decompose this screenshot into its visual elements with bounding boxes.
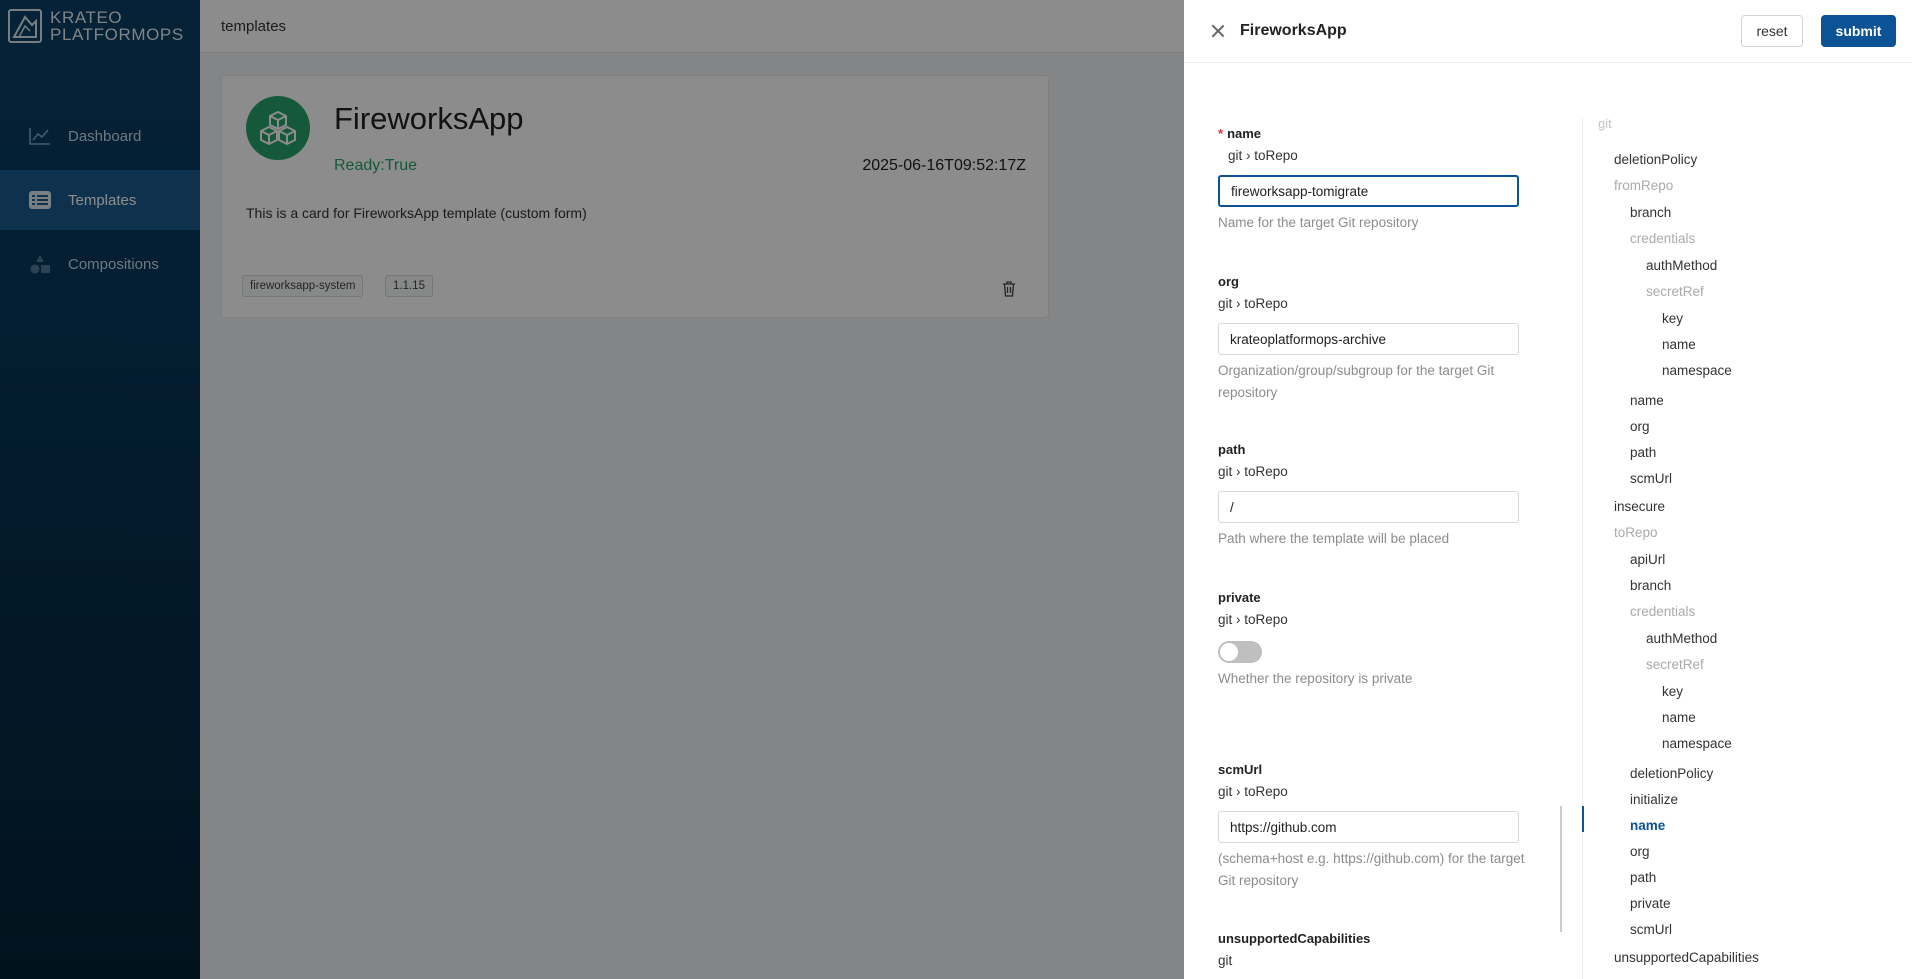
- tree-node-name[interactable]: name: [1662, 710, 1696, 725]
- field-label: path: [1218, 442, 1246, 457]
- field-help: Name for the target Git repository: [1218, 215, 1419, 230]
- tree-node-namespace[interactable]: namespace: [1662, 363, 1732, 378]
- tree-node-path[interactable]: path: [1630, 445, 1656, 460]
- org-input[interactable]: [1218, 323, 1519, 355]
- field-help: Path where the template will be placed: [1218, 531, 1450, 546]
- field-path: git › toRepo: [1218, 464, 1288, 479]
- tree-node-insecure[interactable]: insecure: [1614, 499, 1665, 514]
- tree-node-torepo[interactable]: toRepo: [1614, 525, 1658, 540]
- tree-node-initialize[interactable]: initialize: [1630, 792, 1678, 807]
- field-help: Whether the repository is private: [1218, 671, 1413, 686]
- tree-node-deletionpolicy[interactable]: deletionPolicy: [1630, 766, 1713, 781]
- scmurl-input[interactable]: [1218, 811, 1519, 843]
- required-marker: *: [1218, 126, 1224, 141]
- tree-node-org[interactable]: org: [1630, 844, 1650, 859]
- name-input[interactable]: [1218, 175, 1519, 207]
- tree-node-branch[interactable]: branch: [1630, 205, 1671, 220]
- field-path-group: path git › toRepo Path where the templat…: [1218, 442, 1528, 550]
- field-path: git › toRepo: [1218, 784, 1288, 799]
- field-unsupported-capabilities: unsupportedCapabilities git: [1218, 931, 1528, 968]
- drawer-title: FireworksApp: [1240, 22, 1347, 39]
- tree-node-secretref[interactable]: secretRef: [1646, 284, 1704, 299]
- drawer-header: FireworksApp reset submit: [1184, 0, 1912, 63]
- field-path: git: [1218, 953, 1233, 968]
- tree-node-authmethod[interactable]: authMethod: [1646, 258, 1717, 273]
- private-toggle[interactable]: [1218, 641, 1262, 663]
- field-path: git › toRepo: [1218, 612, 1288, 627]
- tree-node-path[interactable]: path: [1630, 870, 1656, 885]
- tree-node-org[interactable]: org: [1630, 419, 1650, 434]
- reset-button[interactable]: reset: [1741, 15, 1803, 47]
- close-icon[interactable]: [1210, 23, 1226, 39]
- tree-node-name[interactable]: name: [1662, 337, 1696, 352]
- field-help: Organization/group/subgroup for the targ…: [1218, 363, 1495, 400]
- field-label: * name: [1218, 126, 1528, 141]
- path-input[interactable]: [1218, 491, 1519, 523]
- tree-node-fromrepo[interactable]: fromRepo: [1614, 178, 1673, 193]
- modal-overlay[interactable]: [0, 0, 1184, 979]
- field-private: private git › toRepo Whether the reposit…: [1218, 590, 1528, 690]
- tree-node-apiurl[interactable]: apiUrl: [1630, 552, 1665, 567]
- field-label: unsupportedCapabilities: [1218, 931, 1371, 946]
- tree-node-branch[interactable]: branch: [1630, 578, 1671, 593]
- tree-node-authmethod[interactable]: authMethod: [1646, 631, 1717, 646]
- tree-active-marker: [1582, 806, 1584, 832]
- tree-node-secretref[interactable]: secretRef: [1646, 657, 1704, 672]
- form-scrollbar[interactable]: [1560, 806, 1562, 932]
- field-org: org git › toRepo Organization/group/subg…: [1218, 274, 1528, 404]
- tree-node-unsupportedcapabilities[interactable]: unsupportedCapabilities: [1614, 950, 1759, 965]
- tree-node-deletionpolicy[interactable]: deletionPolicy: [1614, 152, 1697, 167]
- tree-node-credentials[interactable]: credentials: [1630, 231, 1695, 246]
- toggle-knob: [1220, 643, 1238, 661]
- field-path: git › toRepo: [1228, 148, 1298, 163]
- field-scmurl: scmUrl git › toRepo (schema+host e.g. ht…: [1218, 762, 1528, 892]
- field-tree-nav: deletionPolicy fromRepo branch credentials a…: [1582, 118, 1892, 979]
- field-label-text: name: [1227, 126, 1262, 141]
- tree-node-key[interactable]: key: [1662, 311, 1683, 326]
- field-label: org: [1218, 274, 1239, 289]
- field-label: scmUrl: [1218, 762, 1263, 777]
- field-path: git › toRepo: [1218, 296, 1288, 311]
- field-help: (schema+host e.g. https://github.com) fo…: [1218, 851, 1525, 888]
- tree-node-scmurl[interactable]: scmUrl: [1630, 922, 1672, 937]
- tree-node-private[interactable]: private: [1630, 896, 1671, 911]
- tree-node-key[interactable]: key: [1662, 684, 1683, 699]
- field-label: private: [1218, 590, 1261, 605]
- tree-node-scmurl[interactable]: scmUrl: [1630, 471, 1672, 486]
- tree-node-name[interactable]: name: [1630, 393, 1664, 408]
- tree-node-name[interactable]: name: [1630, 818, 1665, 833]
- form-fields: *name git › toRepo Name for the target G…: [1218, 64, 1538, 979]
- submit-button[interactable]: submit: [1821, 15, 1896, 47]
- tree-node-namespace[interactable]: namespace: [1662, 736, 1732, 751]
- field-name: *name git › toRepo Name for the target G…: [1218, 126, 1528, 234]
- tree-node-credentials[interactable]: credentials: [1630, 604, 1695, 619]
